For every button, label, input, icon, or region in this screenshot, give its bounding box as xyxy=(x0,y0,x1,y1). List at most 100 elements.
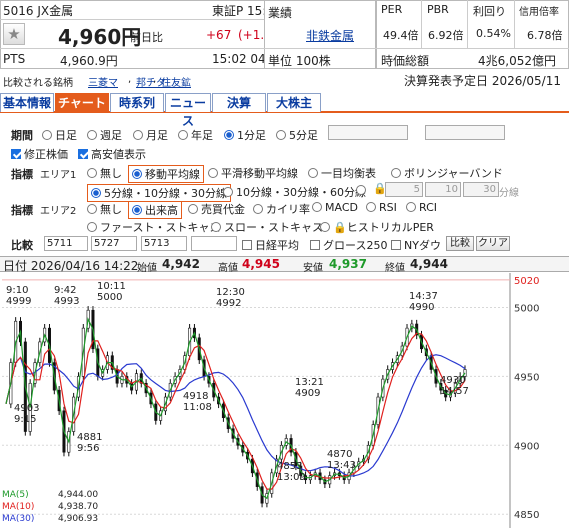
high-value: 4,945 xyxy=(242,257,280,271)
ma5-legend: MA(5) 4,944.00 xyxy=(2,490,99,500)
y-tick-label: 5000 xyxy=(514,303,539,314)
ma-legend: MA(5) 4,944.00 MA(10) 4,938.70 MA(30) 4,… xyxy=(2,489,99,525)
chart-annotation: 4999 xyxy=(6,296,31,307)
chart-annotation: 4992 xyxy=(216,298,241,309)
chart-annotation: 9:56 xyxy=(77,443,99,454)
trade-unit: 単位 100株 xyxy=(268,54,331,68)
y-tick-label: 4850 xyxy=(514,510,539,521)
margin-value: 6.78倍 xyxy=(527,29,563,42)
date-from-input[interactable] xyxy=(328,125,408,140)
area2-rci[interactable]: RCI xyxy=(406,201,437,214)
ma-input-3[interactable]: 30 xyxy=(463,182,499,197)
area2-volume[interactable]: 出来高 xyxy=(128,201,182,219)
compare-button[interactable]: 比較 xyxy=(446,236,474,251)
adjusted-price-check[interactable]: 修正株価 xyxy=(11,146,68,162)
compare-code-1[interactable]: 5711 xyxy=(44,236,88,251)
nikkei-check[interactable]: 日経平均 xyxy=(242,237,299,253)
current-price: 4,960円 xyxy=(58,25,142,49)
ma-input-1[interactable]: 5 xyxy=(385,182,423,197)
chart-annotation: 13:09 xyxy=(277,472,306,483)
ma-set-1[interactable]: 5分線・10分線・30分線 xyxy=(87,184,231,202)
area1-label: エリア1 xyxy=(40,170,77,181)
period-daily[interactable]: 日足 xyxy=(42,127,77,143)
period-1min[interactable]: 1分足 xyxy=(224,127,266,143)
area2-turnover[interactable]: 売買代金 xyxy=(188,201,245,217)
chart-annotation: 4870 xyxy=(327,449,352,460)
compare-label: 比較 xyxy=(11,239,33,252)
ma-custom-radio[interactable] xyxy=(356,184,369,197)
chart-annotation: 9:42 xyxy=(54,285,76,296)
pbr-label: PBR xyxy=(427,3,449,16)
low-value: 4,937 xyxy=(329,257,367,271)
high-low-check[interactable]: 高安値表示 xyxy=(78,146,146,162)
ma-unit: 分線 xyxy=(499,188,519,199)
area2-rsi[interactable]: RSI xyxy=(366,201,397,214)
compare-code-3[interactable]: 5713 xyxy=(141,236,187,251)
chart-annotation: 4930 xyxy=(440,375,465,386)
period-weekly[interactable]: 週足 xyxy=(87,127,122,143)
prev-label: 前日比 xyxy=(130,31,163,44)
period-monthly[interactable]: 月足 xyxy=(133,127,168,143)
area2-deviation[interactable]: カイリ率 xyxy=(253,201,310,217)
lock-icon: 🔒 xyxy=(333,221,347,234)
growth250-check[interactable]: グロース250 xyxy=(310,237,387,253)
chart-annotation: 4918 xyxy=(183,391,208,402)
chart-annotation: 10:11 xyxy=(97,281,126,292)
open-value: 4,942 xyxy=(162,257,200,271)
area2-slow-stoch[interactable]: スロー・ストキャス xyxy=(211,219,323,235)
chart-annotation: 13:43 xyxy=(327,460,356,471)
area2-fast-stoch[interactable]: ファースト・ストキャス xyxy=(87,219,220,235)
nydow-check[interactable]: NYダウ xyxy=(391,237,441,253)
star-icon[interactable]: ★ xyxy=(3,23,25,45)
stock-code-name: 5016 JX金属 xyxy=(3,4,74,18)
cap-value: 4兆6,052億円 xyxy=(478,54,556,68)
chart-annotation: 13:21 xyxy=(295,377,324,388)
indicator-label-1: 指標 xyxy=(11,168,33,181)
chart-annotation: 14:37 xyxy=(409,291,438,302)
chart-annotation: 4853 xyxy=(277,461,302,472)
open-label: 始値 xyxy=(137,263,157,274)
margin-label: 信用倍率 xyxy=(519,7,559,18)
close-label: 終値 xyxy=(385,263,405,274)
ma-set-2[interactable]: 10分線・30分線・60分線 xyxy=(223,184,366,200)
clear-button[interactable]: クリア xyxy=(476,236,510,251)
related-item[interactable]: 住友鉱 xyxy=(161,74,191,89)
related-item[interactable]: 三菱マ xyxy=(88,74,118,89)
close-value: 4,944 xyxy=(410,257,448,271)
chart-annotation: 4990 xyxy=(409,302,434,313)
sector-label: 業績 xyxy=(268,6,293,20)
tab-chart[interactable]: チャート xyxy=(55,93,109,112)
ma10-legend: MA(10) 4,938.70 xyxy=(2,502,99,512)
period-yearly[interactable]: 年足 xyxy=(178,127,213,143)
high-label: 高値 xyxy=(218,263,238,274)
area2-hist-per[interactable]: 🔒ヒストリカルPER xyxy=(320,219,434,235)
sector-link[interactable]: 非鉄金属 xyxy=(306,27,354,44)
quote-header: 5016 JX金属 東証P 15:02 ★ 4,960円 前日比 +67 (+1… xyxy=(0,0,569,71)
tab-basic[interactable]: 基本情報 xyxy=(0,93,54,112)
tab-news[interactable]: ニュース xyxy=(165,93,211,128)
compare-code-2[interactable]: 5727 xyxy=(91,236,137,251)
pts-label: PTS xyxy=(3,52,26,66)
period-5min[interactable]: 5分足 xyxy=(276,127,318,143)
tab-earnings[interactable]: 決算 xyxy=(212,93,266,112)
yield-label: 利回り xyxy=(473,5,506,18)
area1-none[interactable]: 無し xyxy=(87,165,122,181)
compare-code-4[interactable] xyxy=(191,236,237,251)
period-label: 期間 xyxy=(11,129,33,142)
cap-label: 時価総額 xyxy=(381,54,430,68)
y-tick-label: 4950 xyxy=(514,372,539,383)
chart-annotation: 4993 xyxy=(54,296,79,307)
area1-smooth-ma[interactable]: 平滑移動平均線 xyxy=(208,165,298,181)
tab-timeseries[interactable]: 時系列 xyxy=(110,93,164,112)
area1-ichimoku[interactable]: 一目均衡表 xyxy=(308,165,376,181)
ma-input-2[interactable]: 10 xyxy=(425,182,461,197)
area2-none[interactable]: 無し xyxy=(87,201,122,217)
area1-ma[interactable]: 移動平均線 xyxy=(128,165,204,183)
chart-date: 日付 2026/04/16 14:22 xyxy=(3,259,139,273)
area2-macd[interactable]: MACD xyxy=(312,201,358,214)
per-label: PER xyxy=(381,3,403,16)
area1-bollinger[interactable]: ボリンジャーバンド xyxy=(391,165,503,181)
ma30-legend: MA(30) 4,906.93 xyxy=(2,514,99,524)
tab-shareholders[interactable]: 大株主 xyxy=(267,93,321,112)
date-to-input[interactable] xyxy=(425,125,505,140)
